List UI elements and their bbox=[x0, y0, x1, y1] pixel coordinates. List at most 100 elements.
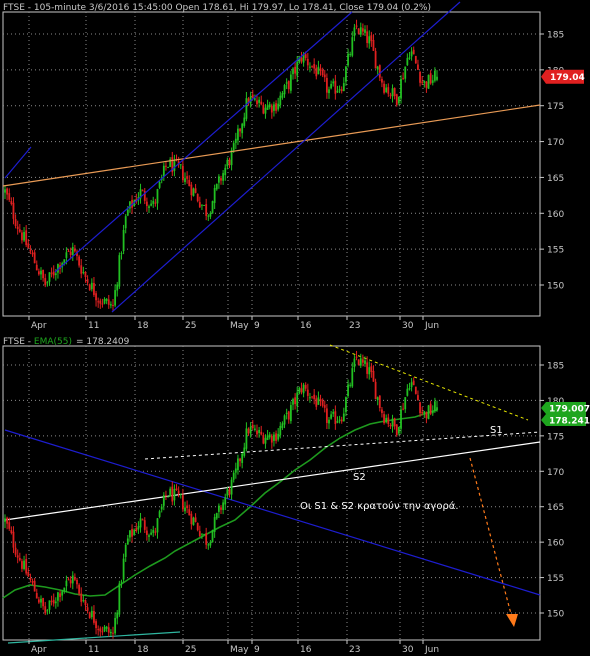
candle-body bbox=[52, 271, 55, 276]
candle-body bbox=[410, 382, 413, 388]
candle-body bbox=[275, 103, 277, 111]
x-tick-label: Apr bbox=[31, 321, 47, 331]
x-tick-label: 18 bbox=[137, 645, 149, 655]
candle-body bbox=[21, 232, 23, 241]
candle-body bbox=[201, 204, 203, 206]
candle-body bbox=[370, 366, 373, 373]
candle-body bbox=[393, 418, 396, 427]
candle-body bbox=[137, 526, 140, 530]
candle-body bbox=[287, 411, 290, 420]
candle-body bbox=[12, 202, 15, 219]
candle-body bbox=[114, 618, 117, 634]
candle-body bbox=[88, 284, 91, 291]
candle-body bbox=[116, 284, 119, 291]
candle-body bbox=[391, 418, 394, 427]
candle-body bbox=[179, 493, 182, 495]
candle-body bbox=[205, 204, 208, 216]
x-tick-label: 16 bbox=[300, 645, 312, 655]
candle-body bbox=[294, 397, 297, 405]
candle-body bbox=[190, 184, 193, 196]
candle-body bbox=[44, 278, 47, 286]
candle-body bbox=[103, 298, 106, 304]
candle-body bbox=[190, 513, 193, 525]
candle-body bbox=[50, 600, 53, 602]
candle-body bbox=[84, 600, 87, 606]
candle-body bbox=[211, 530, 214, 543]
candle-body bbox=[414, 55, 417, 64]
candle-body bbox=[241, 123, 244, 134]
candle-body bbox=[133, 529, 136, 536]
x-tick-label: 30 bbox=[402, 321, 414, 331]
candle-body bbox=[67, 250, 70, 252]
candle-body bbox=[249, 426, 252, 434]
candle-body bbox=[292, 399, 294, 405]
candle-body bbox=[105, 298, 108, 301]
candle-body bbox=[404, 66, 407, 79]
candle-body bbox=[425, 81, 428, 88]
candle-body bbox=[402, 78, 405, 80]
candle-body bbox=[364, 29, 366, 33]
candle-body bbox=[330, 83, 333, 89]
candle-body bbox=[126, 209, 129, 216]
candle-body bbox=[357, 359, 360, 365]
candle-body bbox=[283, 85, 286, 95]
candle-body bbox=[82, 600, 85, 602]
candle-body bbox=[325, 408, 328, 423]
candle-body bbox=[270, 105, 273, 113]
y-tick-label: 185 bbox=[547, 362, 564, 372]
candle-body bbox=[351, 368, 354, 387]
candle-body bbox=[173, 489, 176, 501]
candle-body bbox=[412, 380, 415, 386]
candle-body bbox=[42, 269, 45, 279]
candle-body bbox=[315, 398, 318, 407]
candle-body bbox=[207, 215, 210, 217]
candle-body bbox=[122, 229, 125, 252]
candle-body bbox=[345, 66, 347, 82]
candle-body bbox=[232, 472, 235, 480]
candle-body bbox=[387, 87, 390, 94]
candle-body bbox=[321, 400, 324, 406]
candle-body bbox=[397, 96, 400, 104]
candle-body bbox=[385, 87, 388, 93]
y-tick-label: 155 bbox=[547, 574, 564, 584]
candle-body bbox=[181, 165, 184, 181]
candle-body bbox=[4, 189, 6, 193]
candle-body bbox=[186, 505, 189, 509]
candle-body bbox=[46, 610, 49, 612]
candle-body bbox=[6, 188, 9, 195]
x-tick-label: May bbox=[230, 645, 249, 655]
candle-body bbox=[196, 193, 199, 202]
candle-body bbox=[198, 531, 201, 537]
candle-body bbox=[256, 430, 258, 435]
bottom-panel-header: FTSE - EMA(55) = 178.2409 bbox=[3, 337, 130, 347]
candle-body bbox=[152, 529, 155, 533]
candle-body bbox=[18, 557, 21, 561]
y-tick-label: 155 bbox=[547, 246, 564, 256]
candle-body bbox=[319, 398, 322, 402]
candle-body bbox=[16, 555, 19, 558]
candle-body bbox=[97, 629, 100, 631]
candle-body bbox=[431, 80, 434, 83]
candle-body bbox=[433, 401, 436, 412]
ema-legend-value: = 178.2409 bbox=[76, 337, 130, 347]
candle-body bbox=[90, 282, 93, 290]
x-tick-label: Jun bbox=[424, 645, 439, 655]
y-tick-label: 170 bbox=[547, 468, 564, 478]
candle-body bbox=[289, 405, 292, 422]
candle-body bbox=[80, 593, 83, 602]
candle-body bbox=[112, 632, 114, 634]
candle-body bbox=[264, 107, 267, 114]
candle-body bbox=[209, 213, 212, 217]
x-tick-label: 23 bbox=[349, 645, 360, 655]
candle-body bbox=[397, 426, 400, 434]
candle-body bbox=[383, 414, 385, 424]
candle-body bbox=[175, 488, 178, 491]
candle-body bbox=[207, 544, 210, 546]
candle-body bbox=[145, 201, 148, 206]
candle-body bbox=[374, 381, 377, 400]
candle-body bbox=[120, 581, 123, 583]
candle-body bbox=[129, 530, 131, 538]
candle-body bbox=[393, 87, 396, 97]
candle-body bbox=[402, 408, 405, 410]
candle-body bbox=[35, 593, 38, 599]
